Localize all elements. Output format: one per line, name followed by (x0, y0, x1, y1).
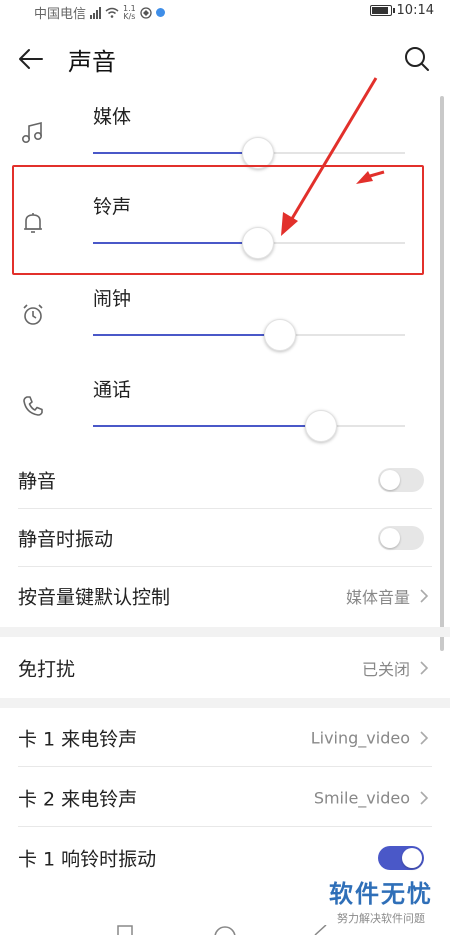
status-right: 10:14 (369, 3, 434, 18)
slider-fill (93, 152, 259, 154)
app-header: 声音 (0, 30, 450, 86)
setting-label: 卡 1 来电铃声 (18, 728, 138, 751)
clock: 10:14 (396, 3, 434, 18)
slider-thumb[interactable] (304, 410, 337, 442)
setting-label: 卡 2 来电铃声 (18, 788, 138, 811)
setting-row-sim1-ringtone[interactable]: 卡 1 来电铃声 Living_video (0, 709, 450, 767)
volume-slider[interactable] (93, 137, 405, 169)
phone-icon (18, 391, 48, 421)
setting-label: 免打扰 (18, 658, 76, 681)
page-title: 声音 (68, 48, 116, 76)
volume-row-call: 通话 (0, 369, 432, 461)
setting-value: Smile_video (313, 788, 410, 808)
mute-toggle[interactable] (378, 468, 424, 492)
setting-label: 静音 (18, 470, 57, 493)
setting-row-dnd[interactable]: 免打扰 已关闭 (0, 639, 450, 697)
vpn-icon (140, 6, 152, 19)
setting-label: 按音量键默认控制 (18, 586, 171, 609)
setting-row-sim2-ringtone[interactable]: 卡 2 来电铃声 Smile_video (0, 769, 450, 827)
setting-value: 媒体音量 (345, 588, 410, 607)
signal-icon (90, 6, 102, 19)
volume-slider[interactable] (93, 410, 405, 442)
chevron-right-icon (420, 731, 429, 745)
section-gap (0, 698, 450, 708)
net-speed: 1.1 K/s (123, 4, 136, 21)
setting-label: 静音时振动 (18, 528, 114, 551)
setting-row-vibrate-on-mute[interactable]: 静音时振动 (0, 509, 450, 567)
wifi-icon (105, 7, 119, 18)
back-nav-icon[interactable] (312, 925, 330, 935)
chevron-right-icon (420, 589, 429, 603)
volume-label: 通话 (93, 379, 132, 401)
search-icon (405, 47, 429, 71)
chevron-right-icon (420, 791, 429, 805)
chevron-right-icon (420, 661, 429, 675)
alarm-clock-icon (18, 300, 48, 330)
watermark-subtitle: 努力解决软件问题 (337, 912, 425, 925)
carrier-name: 中国电信 (34, 7, 87, 22)
back-button[interactable] (14, 42, 48, 76)
music-note-icon (18, 118, 48, 148)
slider-thumb[interactable] (264, 319, 297, 351)
setting-value: Living_video (310, 728, 410, 748)
watermark-logo: 软件无忧 努力解决软件问题 (326, 874, 436, 926)
recent-apps-icon[interactable] (116, 925, 134, 935)
watermark-title: 软件无忧 (329, 880, 433, 908)
section-gap (0, 627, 450, 637)
home-icon[interactable] (213, 925, 237, 935)
highlight-box (12, 165, 424, 275)
vibrate-on-mute-toggle[interactable] (378, 526, 424, 550)
slider-fill (93, 334, 281, 336)
slider-fill (93, 425, 321, 427)
setting-row-volume-key[interactable]: 按音量键默认控制 媒体音量 (0, 567, 450, 625)
status-bar: 中国电信 1.1 K/s 10:14 (0, 0, 450, 24)
setting-label: 卡 1 响铃时振动 (18, 848, 157, 871)
sim1-vibrate-toggle[interactable] (378, 846, 424, 870)
net-speed-unit: K/s (123, 11, 136, 21)
volume-row-alarm: 闹钟 (0, 278, 432, 370)
battery-icon (369, 5, 395, 16)
arrow-left-icon (19, 49, 43, 69)
notification-dot-icon (155, 8, 165, 17)
search-button[interactable] (400, 42, 434, 76)
status-left: 中国电信 1.1 K/s (34, 3, 165, 22)
setting-row-mute[interactable]: 静音 (0, 451, 450, 509)
volume-label: 闹钟 (93, 288, 132, 310)
volume-label: 媒体 (93, 106, 132, 128)
setting-value: 已关闭 (361, 660, 410, 679)
volume-slider[interactable] (93, 319, 405, 351)
